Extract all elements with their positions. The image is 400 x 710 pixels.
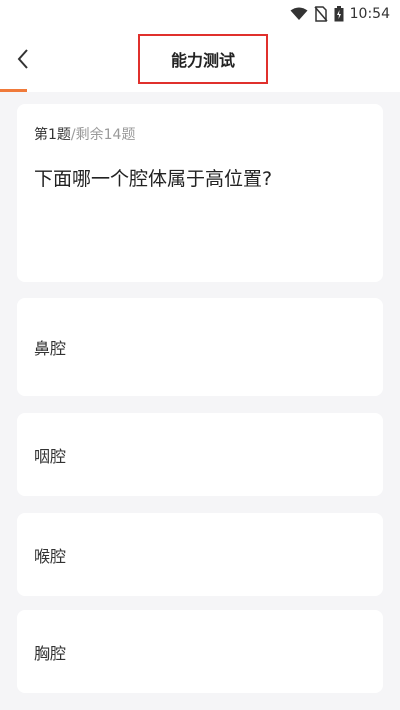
option-label: 胸腔 xyxy=(34,643,67,663)
status-time: 10:54 xyxy=(349,6,390,22)
chevron-left-icon xyxy=(17,49,28,69)
option-item[interactable]: 胸腔 xyxy=(17,610,383,693)
option-label: 鼻腔 xyxy=(34,339,67,358)
option-item[interactable]: 咽腔 xyxy=(17,413,383,496)
questions-remaining: /剩余14题 xyxy=(70,127,136,143)
battery-icon xyxy=(334,6,344,22)
option-item[interactable]: 喉腔 xyxy=(17,513,383,596)
progress-fill xyxy=(0,89,27,92)
page-title: 能力测试 xyxy=(170,51,235,70)
no-sim-icon xyxy=(314,6,328,22)
page-title-box: 能力测试 xyxy=(138,34,268,84)
status-bar: 10:54 xyxy=(0,0,400,28)
status-icons: 10:54 xyxy=(290,4,390,24)
option-label: 咽腔 xyxy=(34,446,67,466)
question-index: 第1题 xyxy=(34,127,71,143)
question-meta: 第1题/剩余14题 xyxy=(34,124,135,144)
wifi-icon xyxy=(290,7,308,20)
question-text: 下面哪一个腔体属于高位置? xyxy=(34,168,273,190)
app-header: 能力测试 xyxy=(0,28,400,92)
question-card: 第1题/剩余14题 下面哪一个腔体属于高位置? xyxy=(17,104,383,282)
progress-bar xyxy=(0,89,400,92)
option-item[interactable]: 鼻腔 xyxy=(17,298,383,396)
option-label: 喉腔 xyxy=(34,546,67,566)
back-button[interactable] xyxy=(6,42,40,76)
